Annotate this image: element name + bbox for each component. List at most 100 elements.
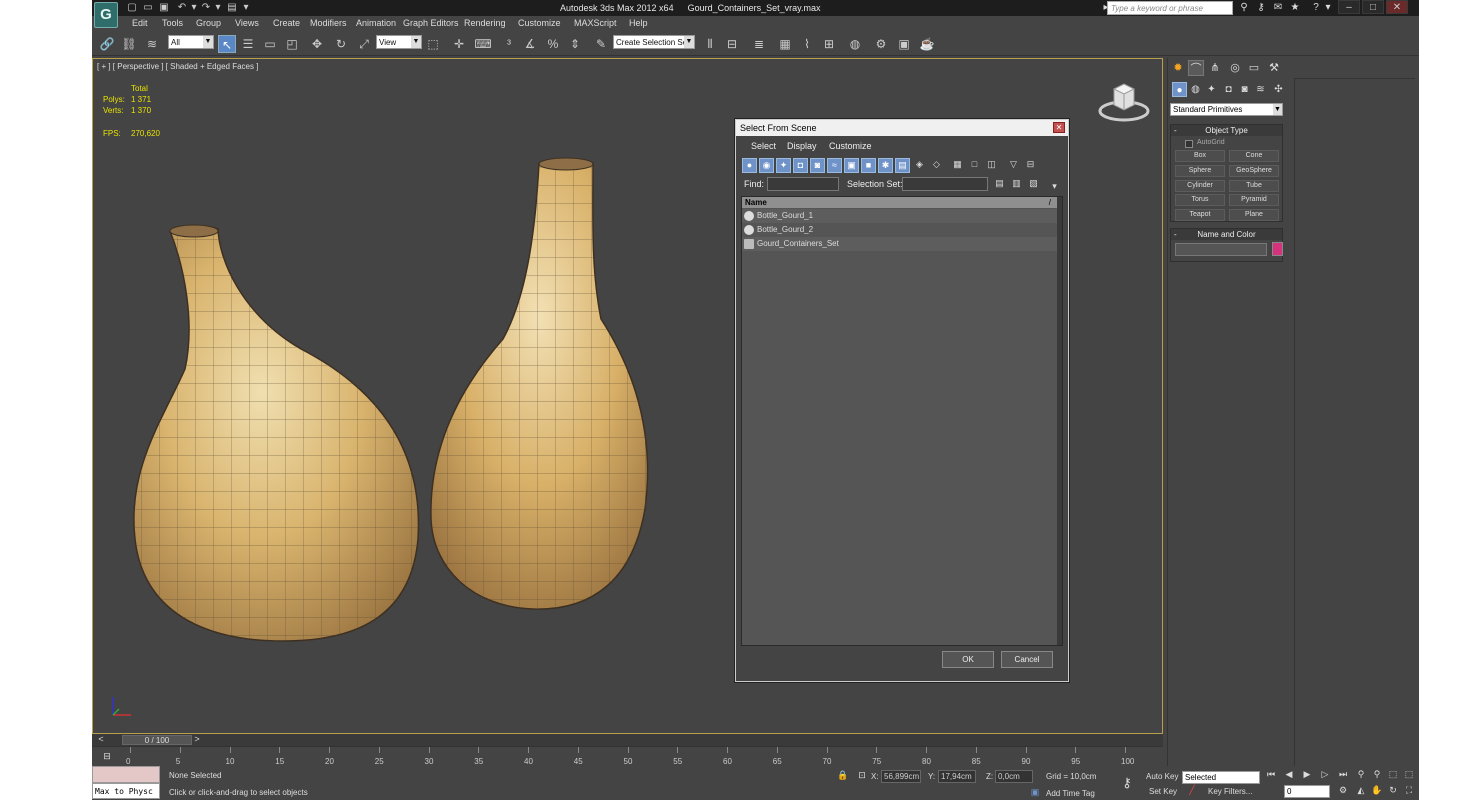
pivot-center-icon[interactable]: ⬚ — [424, 35, 442, 53]
orbit-icon[interactable]: ↻ — [1386, 784, 1400, 797]
object-color-swatch[interactable] — [1272, 242, 1283, 256]
dialog-close-button[interactable]: ✕ — [1053, 122, 1065, 133]
material-editor-icon[interactable]: ◍ — [846, 35, 864, 53]
filter-icon[interactable]: ▽ — [1006, 158, 1021, 173]
list-scrollbar[interactable] — [1057, 197, 1062, 645]
motion-tab-icon[interactable]: ◎ — [1227, 60, 1243, 76]
snaps-toggle-icon[interactable]: ³ — [500, 35, 518, 53]
display-hidden-icon[interactable]: ◇ — [929, 158, 944, 173]
list-item[interactable]: Bottle_Gourd_2 — [742, 223, 1057, 237]
help-icon[interactable]: ? — [1310, 2, 1322, 14]
selection-set-dropdown[interactable] — [902, 177, 988, 191]
auto-key-button[interactable]: Auto Key — [1146, 772, 1178, 781]
utilities-tab-icon[interactable]: ⚒ — [1266, 60, 1282, 76]
app-logo-button[interactable]: G — [94, 2, 118, 28]
add-to-selection-set-icon[interactable]: ▥ — [1009, 177, 1024, 192]
menu-graph-editors[interactable]: Graph Editors — [403, 18, 459, 28]
display-frozen-icon[interactable]: ◈ — [912, 158, 927, 173]
bind-to-space-warp-icon[interactable]: ≋ — [143, 35, 161, 53]
close-window-button[interactable]: ✕ — [1386, 0, 1408, 14]
zoom-extents-icon[interactable]: ⬚ — [1386, 768, 1400, 781]
gourd-models[interactable] — [123, 149, 683, 709]
save-file-icon[interactable]: ▣ — [158, 2, 170, 14]
menu-help[interactable]: Help — [629, 18, 648, 28]
plane-button[interactable]: Plane — [1229, 209, 1279, 221]
shapes-category-icon[interactable]: ◍ — [1188, 82, 1203, 97]
autogrid-checkbox[interactable]: AutoGrid — [1185, 139, 1225, 148]
time-tag-icon[interactable]: ▣ — [1028, 786, 1042, 799]
select-object-icon[interactable]: ↖ — [218, 35, 236, 53]
schematic-view-icon[interactable]: ⊞ — [820, 35, 838, 53]
maxscript-listener-output[interactable] — [92, 766, 160, 783]
dialog-menu-select[interactable]: Select — [751, 141, 776, 151]
menu-customize[interactable]: Customize — [518, 18, 561, 28]
mini-curve-editor-icon[interactable]: ⊟ — [100, 750, 114, 763]
menu-edit[interactable]: Edit — [132, 18, 148, 28]
previous-frame-icon[interactable]: ◀ — [1282, 768, 1296, 781]
go-to-end-icon[interactable]: ⏭ — [1336, 768, 1350, 781]
systems-category-icon[interactable]: ✣ — [1271, 82, 1286, 97]
time-slider[interactable]: 0 / 100 — [122, 735, 192, 745]
create-tab-icon[interactable]: ✹ — [1170, 60, 1186, 76]
window-crossing-icon[interactable]: ◰ — [283, 35, 301, 53]
set-key-button[interactable]: Set Key — [1149, 787, 1177, 796]
menu-tools[interactable]: Tools — [162, 18, 183, 28]
key-mode-toggle-icon[interactable]: ╱ — [1185, 784, 1199, 797]
menu-create[interactable]: Create — [273, 18, 300, 28]
new-file-icon[interactable]: ▢ — [126, 2, 138, 14]
column-header-name[interactable]: Name / — [742, 197, 1057, 208]
maximize-button[interactable]: □ — [1362, 0, 1384, 14]
dialog-title[interactable]: Select From Scene — [736, 120, 1068, 136]
hierarchy-icon[interactable]: ⊟ — [1023, 158, 1038, 173]
cameras-category-icon[interactable]: ◘ — [1221, 82, 1236, 97]
menu-group[interactable]: Group — [196, 18, 221, 28]
keyword-search-input[interactable]: Type a keyword or phrase — [1107, 1, 1233, 15]
key-mode-dropdown[interactable]: Selected — [1182, 771, 1260, 784]
hierarchy-tab-icon[interactable]: ⋔ — [1207, 60, 1223, 76]
display-space-warps-icon[interactable]: ≈ — [827, 158, 842, 173]
y-coordinate-field[interactable]: 17,94cm — [938, 770, 976, 783]
subscription-key-icon[interactable]: ⚷ — [1255, 2, 1267, 14]
zoom-icon[interactable]: ⚲ — [1354, 768, 1368, 781]
key-filters-button[interactable]: Key Filters... — [1208, 787, 1252, 796]
communication-center-icon[interactable]: ✉ — [1272, 2, 1284, 14]
display-geometry-icon[interactable]: ● — [742, 158, 757, 173]
undo-icon[interactable]: ↶ — [176, 2, 188, 14]
quick-access-dropdown-icon[interactable]: ▾ — [240, 2, 252, 14]
display-containers-icon[interactable]: ▤ — [895, 158, 910, 173]
name-and-color-rollout-header[interactable]: - Name and Color — [1171, 229, 1282, 240]
display-none-icon[interactable]: □ — [967, 158, 982, 173]
create-selection-set-icon[interactable]: ▤ — [992, 177, 1007, 192]
binoculars-icon[interactable]: ⚲ — [1238, 2, 1250, 14]
maximize-viewport-icon[interactable]: ⛶ — [1402, 784, 1416, 797]
rectangular-selection-icon[interactable]: ▭ — [261, 35, 279, 53]
curve-editor-icon[interactable]: ⌇ — [798, 35, 816, 53]
space-warps-category-icon[interactable]: ≋ — [1253, 82, 1268, 97]
pan-view-icon[interactable]: ✋ — [1370, 784, 1384, 797]
pyramid-button[interactable]: Pyramid — [1229, 194, 1279, 206]
ok-button[interactable]: OK — [942, 651, 994, 668]
list-item[interactable]: Bottle_Gourd_1 — [742, 209, 1057, 223]
select-and-link-icon[interactable]: 🔗 — [98, 35, 116, 53]
render-setup-icon[interactable]: ⚙ — [872, 35, 890, 53]
edit-named-selection-icon[interactable]: ✎ — [592, 35, 610, 53]
graphite-toolbar-icon[interactable]: ▦ — [776, 35, 794, 53]
menu-maxscript[interactable]: MAXScript — [574, 18, 617, 28]
help-dropdown-icon[interactable]: ▾ — [1322, 2, 1334, 14]
cancel-button[interactable]: Cancel — [1001, 651, 1053, 668]
selection-lock-icon[interactable]: 🔒 — [836, 769, 850, 782]
reference-coordinate-dropdown[interactable]: View ▼ — [376, 35, 422, 49]
list-item[interactable]: Gourd_Containers_Set — [742, 237, 1057, 251]
time-slider-prev-icon[interactable]: < — [94, 733, 108, 746]
absolute-mode-icon[interactable]: ⊡ — [855, 769, 869, 782]
spinner-snap-icon[interactable]: ⇕ — [566, 35, 584, 53]
set-key-icon[interactable]: ⚷ — [1120, 776, 1134, 789]
display-tab-icon[interactable]: ▭ — [1246, 60, 1262, 76]
rendered-frame-window-icon[interactable]: ▣ — [895, 35, 913, 53]
favorites-star-icon[interactable]: ★ — [1289, 2, 1301, 14]
redo-icon[interactable]: ↷ — [200, 2, 212, 14]
sphere-button[interactable]: Sphere — [1175, 165, 1225, 177]
object-name-input[interactable] — [1175, 243, 1267, 256]
geosphere-button[interactable]: GeoSphere — [1229, 165, 1279, 177]
current-frame-field[interactable]: 0 — [1284, 785, 1330, 798]
